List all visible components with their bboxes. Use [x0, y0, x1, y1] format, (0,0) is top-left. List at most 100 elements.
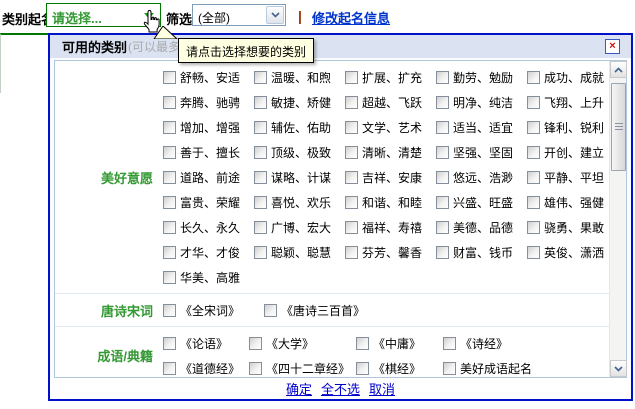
category-option[interactable]: 《诗经》 — [443, 335, 573, 352]
checkbox-icon[interactable] — [163, 171, 176, 184]
checkbox-icon[interactable] — [356, 362, 369, 375]
category-option[interactable]: 美德、品德 — [436, 219, 527, 236]
checkbox-icon[interactable] — [254, 96, 267, 109]
scrollbar-thumb[interactable] — [611, 83, 626, 171]
confirm-link[interactable]: 确定 — [286, 379, 312, 398]
checkbox-icon[interactable] — [436, 96, 449, 109]
deselect-all-link[interactable]: 全不选 — [321, 379, 360, 398]
checkbox-icon[interactable] — [163, 304, 176, 317]
category-option[interactable]: 《棋经》 — [356, 360, 443, 377]
checkbox-icon[interactable] — [436, 171, 449, 184]
checkbox-icon[interactable] — [356, 337, 369, 350]
checkbox-icon[interactable] — [254, 246, 267, 259]
category-option[interactable]: 财富、钱币 — [436, 244, 527, 261]
checkbox-icon[interactable] — [527, 171, 540, 184]
checkbox-icon[interactable] — [163, 271, 176, 284]
checkbox-icon[interactable] — [527, 221, 540, 234]
checkbox-icon[interactable] — [345, 71, 358, 84]
checkbox-icon[interactable] — [436, 121, 449, 134]
category-option[interactable]: 《四十二章经》 — [249, 360, 356, 377]
category-option[interactable]: 骁勇、果敢 — [527, 219, 609, 236]
checkbox-icon[interactable] — [527, 121, 540, 134]
checkbox-icon[interactable] — [527, 146, 540, 159]
checkbox-icon[interactable] — [527, 246, 540, 259]
checkbox-icon[interactable] — [345, 171, 358, 184]
category-option[interactable]: 才华、才俊 — [163, 244, 254, 261]
category-option[interactable]: 雄伟、强健 — [527, 194, 609, 211]
category-option[interactable]: 《大学》 — [249, 335, 356, 352]
category-option[interactable]: 清晰、清楚 — [345, 144, 436, 161]
category-option[interactable]: 开创、建立 — [527, 144, 609, 161]
checkbox-icon[interactable] — [254, 121, 267, 134]
category-option[interactable]: 适当、适宜 — [436, 119, 527, 136]
category-option[interactable]: 吉祥、安康 — [345, 169, 436, 186]
checkbox-icon[interactable] — [345, 246, 358, 259]
category-option[interactable]: 福祥、寿禧 — [345, 219, 436, 236]
category-option[interactable]: 温暖、和煦 — [254, 69, 345, 86]
category-option[interactable]: 和谐、和睦 — [345, 194, 436, 211]
category-option[interactable]: 明净、纯洁 — [436, 94, 527, 111]
category-option[interactable]: 增加、增强 — [163, 119, 254, 136]
category-option[interactable]: 悠远、浩渺 — [436, 169, 527, 186]
category-option[interactable]: 舒畅、安适 — [163, 69, 254, 86]
checkbox-icon[interactable] — [345, 221, 358, 234]
category-option[interactable]: 兴盛、旺盛 — [436, 194, 527, 211]
category-option[interactable]: 道路、前途 — [163, 169, 254, 186]
checkbox-icon[interactable] — [527, 71, 540, 84]
checkbox-icon[interactable] — [163, 196, 176, 209]
checkbox-icon[interactable] — [163, 71, 176, 84]
category-option[interactable]: 美好成语起名 — [443, 360, 573, 377]
filter-select[interactable]: (全部) — [192, 4, 286, 26]
cancel-link[interactable]: 取消 — [369, 379, 395, 398]
category-option[interactable]: 奔腾、驰骋 — [163, 94, 254, 111]
category-option[interactable]: 《中庸》 — [356, 335, 443, 352]
chevron-down-icon[interactable] — [266, 6, 284, 24]
checkbox-icon[interactable] — [345, 121, 358, 134]
category-option[interactable]: 辅佐、佑助 — [254, 119, 345, 136]
category-option[interactable]: 超越、飞跃 — [345, 94, 436, 111]
checkbox-icon[interactable] — [527, 196, 540, 209]
category-option[interactable]: 广博、宏大 — [254, 219, 345, 236]
category-dropdown[interactable]: 请选择... — [46, 3, 161, 27]
checkbox-icon[interactable] — [443, 337, 456, 350]
close-icon[interactable]: × — [605, 39, 620, 54]
checkbox-icon[interactable] — [254, 71, 267, 84]
checkbox-icon[interactable] — [163, 146, 176, 159]
checkbox-icon[interactable] — [249, 362, 262, 375]
category-option[interactable]: 华美、高雅 — [163, 269, 254, 286]
category-option[interactable]: 长久、永久 — [163, 219, 254, 236]
category-option[interactable]: 富贵、荣耀 — [163, 194, 254, 211]
category-option[interactable]: 芬芳、馨香 — [345, 244, 436, 261]
checkbox-icon[interactable] — [345, 146, 358, 159]
checkbox-icon[interactable] — [254, 221, 267, 234]
scroll-up-icon[interactable] — [610, 61, 627, 78]
category-option[interactable]: 扩展、扩充 — [345, 69, 436, 86]
checkbox-icon[interactable] — [254, 196, 267, 209]
checkbox-icon[interactable] — [163, 221, 176, 234]
category-option[interactable]: 飞翔、上升 — [527, 94, 609, 111]
category-option[interactable]: 谋略、计谋 — [254, 169, 345, 186]
checkbox-icon[interactable] — [163, 246, 176, 259]
dropdown-triangle-icon[interactable] — [144, 13, 154, 19]
checkbox-icon[interactable] — [436, 221, 449, 234]
category-option[interactable]: 坚强、坚固 — [436, 144, 527, 161]
category-option[interactable]: 《唐诗三百首》 — [264, 302, 365, 319]
checkbox-icon[interactable] — [163, 96, 176, 109]
checkbox-icon[interactable] — [527, 96, 540, 109]
edit-naming-info-link[interactable]: 修改起名信息 — [312, 8, 390, 27]
checkbox-icon[interactable] — [436, 196, 449, 209]
category-option[interactable]: 顶级、极致 — [254, 144, 345, 161]
checkbox-icon[interactable] — [436, 146, 449, 159]
checkbox-icon[interactable] — [345, 196, 358, 209]
category-option[interactable]: 善于、擅长 — [163, 144, 254, 161]
checkbox-icon[interactable] — [443, 362, 456, 375]
category-option[interactable]: 英俊、潇洒 — [527, 244, 609, 261]
checkbox-icon[interactable] — [163, 121, 176, 134]
category-option[interactable]: 敏捷、矫健 — [254, 94, 345, 111]
checkbox-icon[interactable] — [249, 337, 262, 350]
checkbox-icon[interactable] — [163, 362, 176, 375]
category-option[interactable]: 勤劳、勉励 — [436, 69, 527, 86]
checkbox-icon[interactable] — [254, 171, 267, 184]
checkbox-icon[interactable] — [254, 146, 267, 159]
category-option[interactable]: 成功、成就 — [527, 69, 609, 86]
